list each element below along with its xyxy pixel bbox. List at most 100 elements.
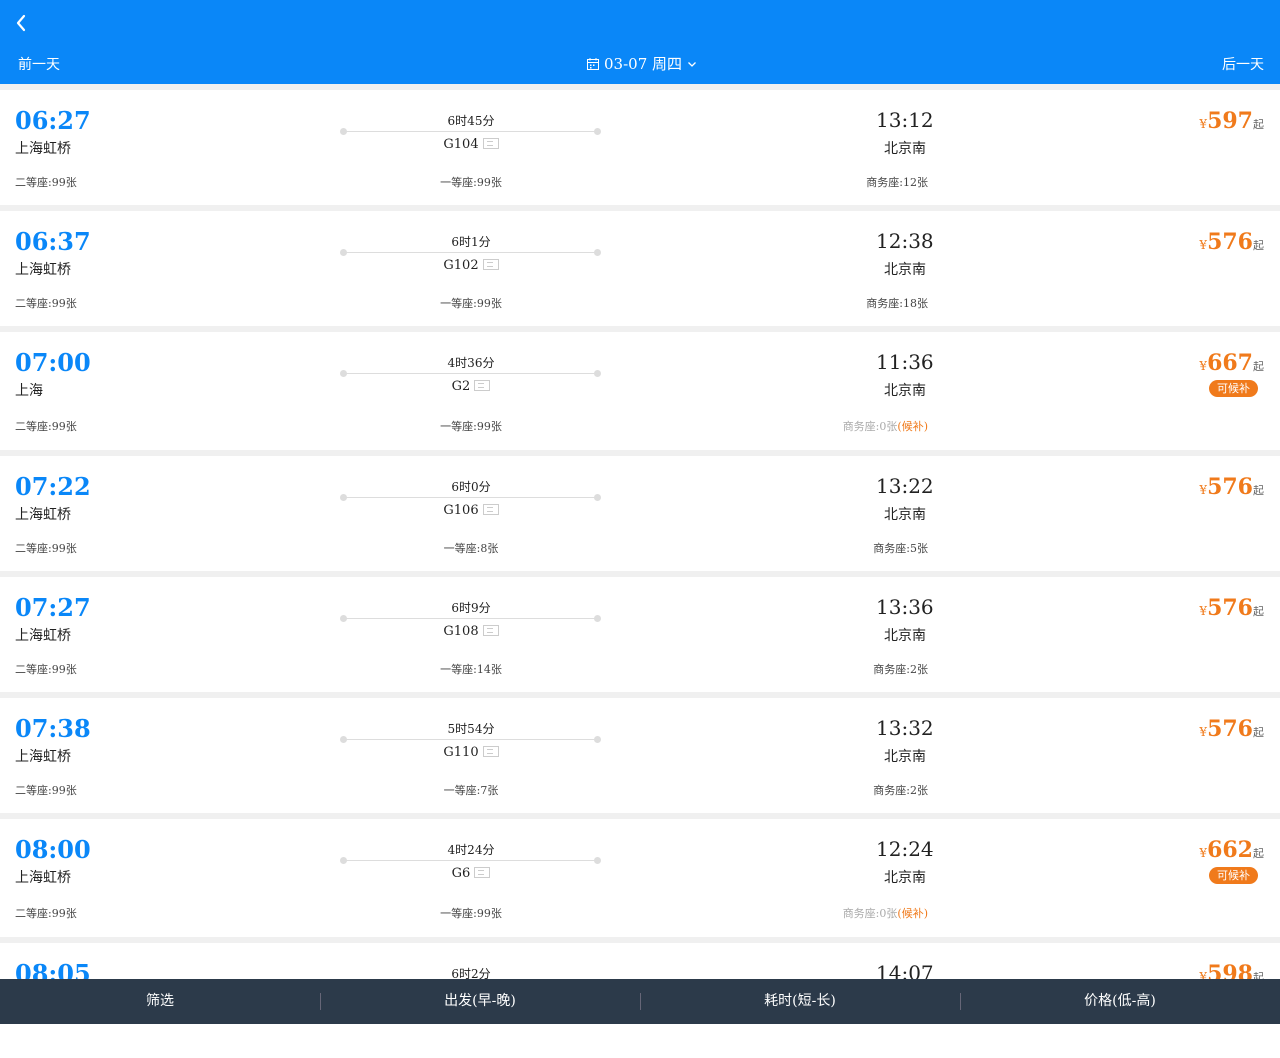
sort-departure-button[interactable]: 出发(早-晚) <box>320 979 640 1024</box>
arrival-time: 12:24 <box>876 837 934 861</box>
price: ¥576起 <box>1199 595 1264 621</box>
arrival-station: 北京南 <box>884 141 926 157</box>
arrival-station: 北京南 <box>884 262 926 278</box>
next-day-button[interactable]: 后一天 <box>1222 54 1264 74</box>
train-card[interactable]: 07:27 上海虹桥 6时9分 G108 13:36 北京南 ¥576起 二等座… <box>0 577 1280 692</box>
first-class-seats: 一等座:99张 <box>440 420 502 433</box>
departure-time: 07:00 <box>15 348 91 377</box>
header-bar: 前一天 03-07 周四 后一天 <box>0 0 1280 84</box>
price: ¥576起 <box>1199 474 1264 500</box>
train-info-icon[interactable] <box>474 867 491 878</box>
business-seats: 商务座:12张 <box>866 176 928 189</box>
filter-button[interactable]: 筛选 <box>0 979 320 1024</box>
train-card[interactable]: 07:22 上海虹桥 6时0分 G106 13:22 北京南 ¥576起 二等座… <box>0 456 1280 571</box>
price: ¥597起 <box>1199 108 1264 134</box>
departure-station: 上海 <box>15 383 43 399</box>
train-card[interactable]: 06:37 上海虹桥 6时1分 G102 12:38 北京南 ¥576起 二等座… <box>0 211 1280 326</box>
departure-station: 上海虹桥 <box>15 507 71 523</box>
departure-station: 上海虹桥 <box>15 262 71 278</box>
chevron-down-icon <box>686 58 698 70</box>
train-number: G6 <box>342 866 600 881</box>
business-seats: 商务座:2张 <box>873 784 928 797</box>
prev-day-button[interactable]: 前一天 <box>18 54 60 74</box>
travel-duration: 4时24分 <box>447 843 495 857</box>
calendar-icon <box>586 57 600 71</box>
arrival-station: 北京南 <box>884 383 926 399</box>
train-info-icon[interactable] <box>482 138 499 149</box>
train-card[interactable]: 07:00 上海 4时36分 G2 11:36 北京南 ¥667起 可候补 二等… <box>0 332 1280 450</box>
business-seats: 商务座:18张 <box>866 297 928 310</box>
sort-filter-bar: 筛选 出发(早-晚) 耗时(短-长) 价格(低-高) <box>0 979 1280 1024</box>
train-info-icon[interactable] <box>482 746 499 757</box>
route-line <box>340 494 601 501</box>
arrival-time: 13:22 <box>876 474 934 498</box>
train-number: G106 <box>342 503 600 518</box>
departure-time: 08:00 <box>15 835 91 864</box>
departure-time: 06:27 <box>15 106 91 135</box>
first-class-seats: 一等座:99张 <box>440 176 502 189</box>
train-info-icon[interactable] <box>482 259 499 270</box>
route-line <box>340 128 601 135</box>
sort-price-button[interactable]: 价格(低-高) <box>960 979 1280 1024</box>
business-seats: 商务座:0张(候补) <box>842 907 928 920</box>
first-class-seats: 一等座:7张 <box>443 784 499 797</box>
price: ¥667起 <box>1199 350 1264 376</box>
train-number: G110 <box>342 745 600 760</box>
arrival-time: 13:12 <box>876 108 934 132</box>
route-line <box>340 857 601 864</box>
arrival-time: 11:36 <box>876 350 934 374</box>
train-number: G108 <box>342 624 600 639</box>
second-class-seats: 二等座:99张 <box>15 907 77 920</box>
train-card[interactable]: 08:00 上海虹桥 4时24分 G6 12:24 北京南 ¥662起 可候补 … <box>0 819 1280 937</box>
train-card[interactable]: 07:38 上海虹桥 5时54分 G110 13:32 北京南 ¥576起 二等… <box>0 698 1280 813</box>
waitlist-badge[interactable]: 可候补 <box>1209 380 1258 397</box>
second-class-seats: 二等座:99张 <box>15 542 77 555</box>
date-label: 03-07 周四 <box>604 55 683 73</box>
train-info-icon[interactable] <box>482 625 499 636</box>
arrival-time: 13:32 <box>876 716 934 740</box>
train-list: 06:27 上海虹桥 6时45分 G104 13:12 北京南 ¥597起 二等… <box>0 84 1280 1058</box>
first-class-seats: 一等座:99张 <box>440 907 502 920</box>
back-arrow-icon[interactable] <box>10 8 36 38</box>
train-number: G104 <box>342 137 600 152</box>
second-class-seats: 二等座:99张 <box>15 784 77 797</box>
route-line <box>340 249 601 256</box>
business-seats: 商务座:5张 <box>873 542 928 555</box>
train-number: G102 <box>342 258 600 273</box>
train-info-icon[interactable] <box>474 380 491 391</box>
travel-duration: 6时9分 <box>451 601 491 615</box>
second-class-seats: 二等座:99张 <box>15 176 77 189</box>
sort-duration-button[interactable]: 耗时(短-长) <box>640 979 960 1024</box>
travel-duration: 4时36分 <box>447 356 495 370</box>
waitlist-badge[interactable]: 可候补 <box>1209 867 1258 884</box>
route-line <box>340 615 601 622</box>
departure-time: 07:22 <box>15 472 91 501</box>
second-class-seats: 二等座:99张 <box>15 297 77 310</box>
train-card[interactable]: 06:27 上海虹桥 6时45分 G104 13:12 北京南 ¥597起 二等… <box>0 90 1280 205</box>
travel-duration: 5时54分 <box>447 722 495 736</box>
business-seats: 商务座:2张 <box>873 663 928 676</box>
arrival-station: 北京南 <box>884 870 926 886</box>
travel-duration: 6时0分 <box>451 480 491 494</box>
arrival-station: 北京南 <box>884 628 926 644</box>
travel-duration: 6时1分 <box>451 235 491 249</box>
train-info-icon[interactable] <box>482 504 499 515</box>
departure-station: 上海虹桥 <box>15 141 71 157</box>
train-number: G2 <box>342 379 600 394</box>
departure-station: 上海虹桥 <box>15 870 71 886</box>
arrival-time: 13:36 <box>876 595 934 619</box>
departure-time: 07:38 <box>15 714 91 743</box>
departure-time: 06:37 <box>15 227 91 256</box>
departure-station: 上海虹桥 <box>15 749 71 765</box>
second-class-seats: 二等座:99张 <box>15 663 77 676</box>
price: ¥576起 <box>1199 716 1264 742</box>
arrival-time: 12:38 <box>876 229 934 253</box>
departure-station: 上海虹桥 <box>15 628 71 644</box>
price: ¥662起 <box>1199 837 1264 863</box>
date-picker[interactable]: 03-07 周四 <box>586 53 698 74</box>
first-class-seats: 一等座:99张 <box>440 297 502 310</box>
route-line <box>340 736 601 743</box>
departure-time: 07:27 <box>15 593 91 622</box>
arrival-station: 北京南 <box>884 507 926 523</box>
business-seats: 商务座:0张(候补) <box>842 420 928 433</box>
